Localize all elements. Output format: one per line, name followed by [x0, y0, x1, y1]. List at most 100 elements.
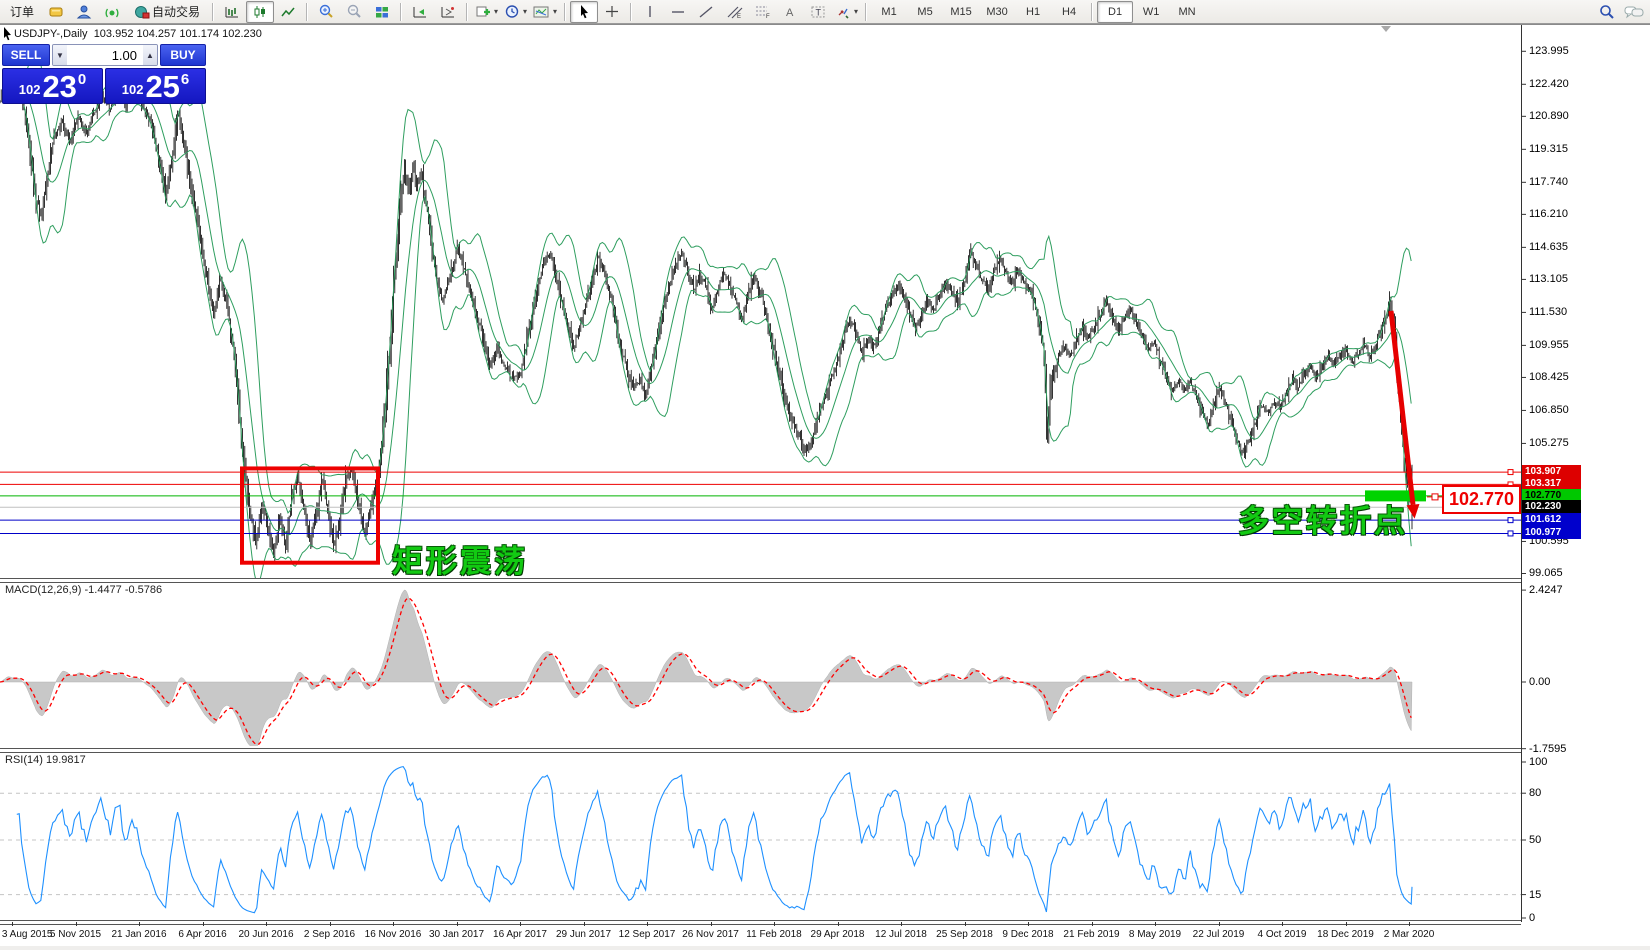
- vertical-line-button[interactable]: [636, 1, 664, 23]
- one-click-trading-panel: SELL ▼ 1.00 ▲ BUY 102 23 0 102 25 6: [2, 44, 206, 104]
- date-axis-label[interactable]: 16 Apr 2017: [493, 929, 547, 940]
- date-axis-label[interactable]: 22 Jul 2019: [1193, 929, 1245, 940]
- line-handle[interactable]: [1508, 518, 1513, 523]
- chart-canvas[interactable]: [0, 0, 1650, 950]
- horizontal-line-button[interactable]: [664, 1, 692, 23]
- timeframe-m5-button[interactable]: M5: [907, 1, 943, 23]
- cursor-button[interactable]: [570, 1, 598, 23]
- date-axis-label[interactable]: 4 Oct 2019: [1258, 929, 1307, 940]
- date-axis-label[interactable]: 21 Feb 2019: [1063, 929, 1119, 940]
- date-axis-label[interactable]: 8 May 2019: [1129, 929, 1181, 940]
- chart-shift-button[interactable]: [434, 1, 462, 23]
- date-axis-label[interactable]: 20 Jun 2016: [238, 929, 293, 940]
- text-button[interactable]: A: [776, 1, 804, 23]
- price-note-102770[interactable]: 102.770: [1442, 485, 1521, 514]
- sell-button[interactable]: SELL: [2, 44, 50, 66]
- volume-field[interactable]: 1.00: [67, 45, 143, 65]
- timeframe-d1-button[interactable]: D1: [1097, 1, 1133, 23]
- new-order-label: 订单: [10, 3, 34, 20]
- date-axis-label[interactable]: 18 Dec 2019: [1317, 929, 1374, 940]
- price-tag-103.907: 103.907: [1522, 465, 1581, 478]
- equidistant-channel-button[interactable]: E: [720, 1, 748, 23]
- date-axis-label[interactable]: 16 Nov 2016: [365, 929, 422, 940]
- price-axis-label: 116.210: [1529, 208, 1568, 220]
- pane-separator[interactable]: [0, 578, 1521, 583]
- timeframe-h1-button[interactable]: H1: [1015, 1, 1051, 23]
- pane-separator[interactable]: [0, 748, 1521, 753]
- note-connector-handle[interactable]: [1432, 494, 1438, 500]
- rsi-label: RSI(14) 19.9817: [5, 754, 86, 766]
- timeframe-h4-button[interactable]: H4: [1051, 1, 1087, 23]
- date-tick: [838, 922, 839, 926]
- line-chart-button[interactable]: [274, 1, 302, 23]
- chat-button[interactable]: [1620, 1, 1648, 23]
- tile-windows-button[interactable]: [368, 1, 396, 23]
- price-axis-label: 108.425: [1529, 371, 1569, 383]
- date-axis-label[interactable]: 11 Feb 2018: [746, 929, 801, 940]
- volume-increase-button[interactable]: ▲: [143, 45, 157, 65]
- timeframe-mn-button[interactable]: MN: [1169, 1, 1205, 23]
- bar-chart-button[interactable]: [218, 1, 246, 23]
- date-axis-label[interactable]: 6 Apr 2016: [178, 929, 226, 940]
- new-order-button[interactable]: 订单: [2, 1, 42, 23]
- buy-price-box[interactable]: 102 25 6: [105, 68, 206, 104]
- templates-button[interactable]: ▾: [530, 1, 560, 23]
- date-axis-label[interactable]: 2 Mar 2020: [1384, 929, 1435, 940]
- auto-scroll-button[interactable]: [406, 1, 434, 23]
- date-axis-label[interactable]: 9 Dec 2018: [1002, 929, 1053, 940]
- date-tick: [711, 922, 712, 926]
- date-axis-label[interactable]: 12 Sep 2017: [619, 929, 676, 940]
- new-chart-button[interactable]: ▾: [472, 1, 501, 23]
- chart-shift-marker[interactable]: [1381, 26, 1391, 32]
- search-button[interactable]: [1592, 1, 1620, 23]
- line-handle[interactable]: [1508, 531, 1513, 536]
- svg-text:F: F: [766, 14, 770, 19]
- timeframe-group: M1M5M15M30H1H4 D1W1MN: [871, 1, 1205, 23]
- line-handle[interactable]: [1508, 470, 1513, 475]
- chevron-down-icon: ▾: [553, 7, 557, 16]
- fibonacci-button[interactable]: F: [748, 1, 776, 23]
- candlestick-button[interactable]: [246, 1, 274, 23]
- date-axis-label[interactable]: 26 Nov 2017: [682, 929, 739, 940]
- auto-trading-button[interactable]: 自动交易: [126, 1, 208, 23]
- date-axis-label[interactable]: 12 Jul 2018: [875, 929, 927, 940]
- trendline-button[interactable]: [692, 1, 720, 23]
- timeframe-w1-button[interactable]: W1: [1133, 1, 1169, 23]
- timeframe-m1-button[interactable]: M1: [871, 1, 907, 23]
- toolbar-separator: [1091, 3, 1093, 21]
- bottom-strip: [0, 946, 1650, 950]
- date-tick: [1092, 922, 1093, 926]
- volume-decrease-button[interactable]: ▼: [53, 45, 67, 65]
- sell-price-box[interactable]: 102 23 0: [2, 68, 103, 104]
- terminal-button[interactable]: [70, 1, 98, 23]
- date-axis-label[interactable]: 2 Sep 2016: [304, 929, 355, 940]
- buy-button[interactable]: BUY: [160, 44, 206, 66]
- date-tick: [76, 922, 77, 926]
- text-label-button[interactable]: T: [804, 1, 832, 23]
- pivot-point-annotation[interactable]: 多空转折点: [1238, 496, 1408, 541]
- date-axis-label[interactable]: 5 Nov 2015: [50, 929, 101, 940]
- date-axis-label[interactable]: 3 Aug 2015: [2, 929, 53, 940]
- date-axis-label[interactable]: 21 Jan 2016: [111, 929, 166, 940]
- price-axis-label: 119.315: [1529, 143, 1568, 155]
- cursor-icon: [577, 4, 591, 19]
- svg-text:T: T: [816, 7, 822, 17]
- timeframe-m15-button[interactable]: M15: [943, 1, 979, 23]
- rectangle-range-annotation[interactable]: 矩形震荡: [392, 536, 528, 581]
- price-axis-label: 100: [1529, 756, 1547, 768]
- crosshair-button[interactable]: [598, 1, 626, 23]
- zoom-out-button[interactable]: [340, 1, 368, 23]
- date-axis-label[interactable]: 29 Apr 2018: [811, 929, 865, 940]
- date-axis-label[interactable]: 30 Jan 2017: [429, 929, 484, 940]
- timeframe-m30-button[interactable]: M30: [979, 1, 1015, 23]
- order-ticket-button[interactable]: [42, 1, 70, 23]
- periods-button[interactable]: ▾: [501, 1, 530, 23]
- date-axis-label[interactable]: 25 Sep 2018: [936, 929, 993, 940]
- signal-button[interactable]: [98, 1, 126, 23]
- date-axis-label[interactable]: 29 Jun 2017: [556, 929, 611, 940]
- volume-control: ▼ 1.00 ▲: [52, 44, 158, 66]
- sell-price-prefix: 102: [19, 82, 41, 97]
- annotation-arrow[interactable]: [1391, 311, 1413, 505]
- zoom-in-button[interactable]: [312, 1, 340, 23]
- arrows-button[interactable]: ▾: [832, 1, 861, 23]
